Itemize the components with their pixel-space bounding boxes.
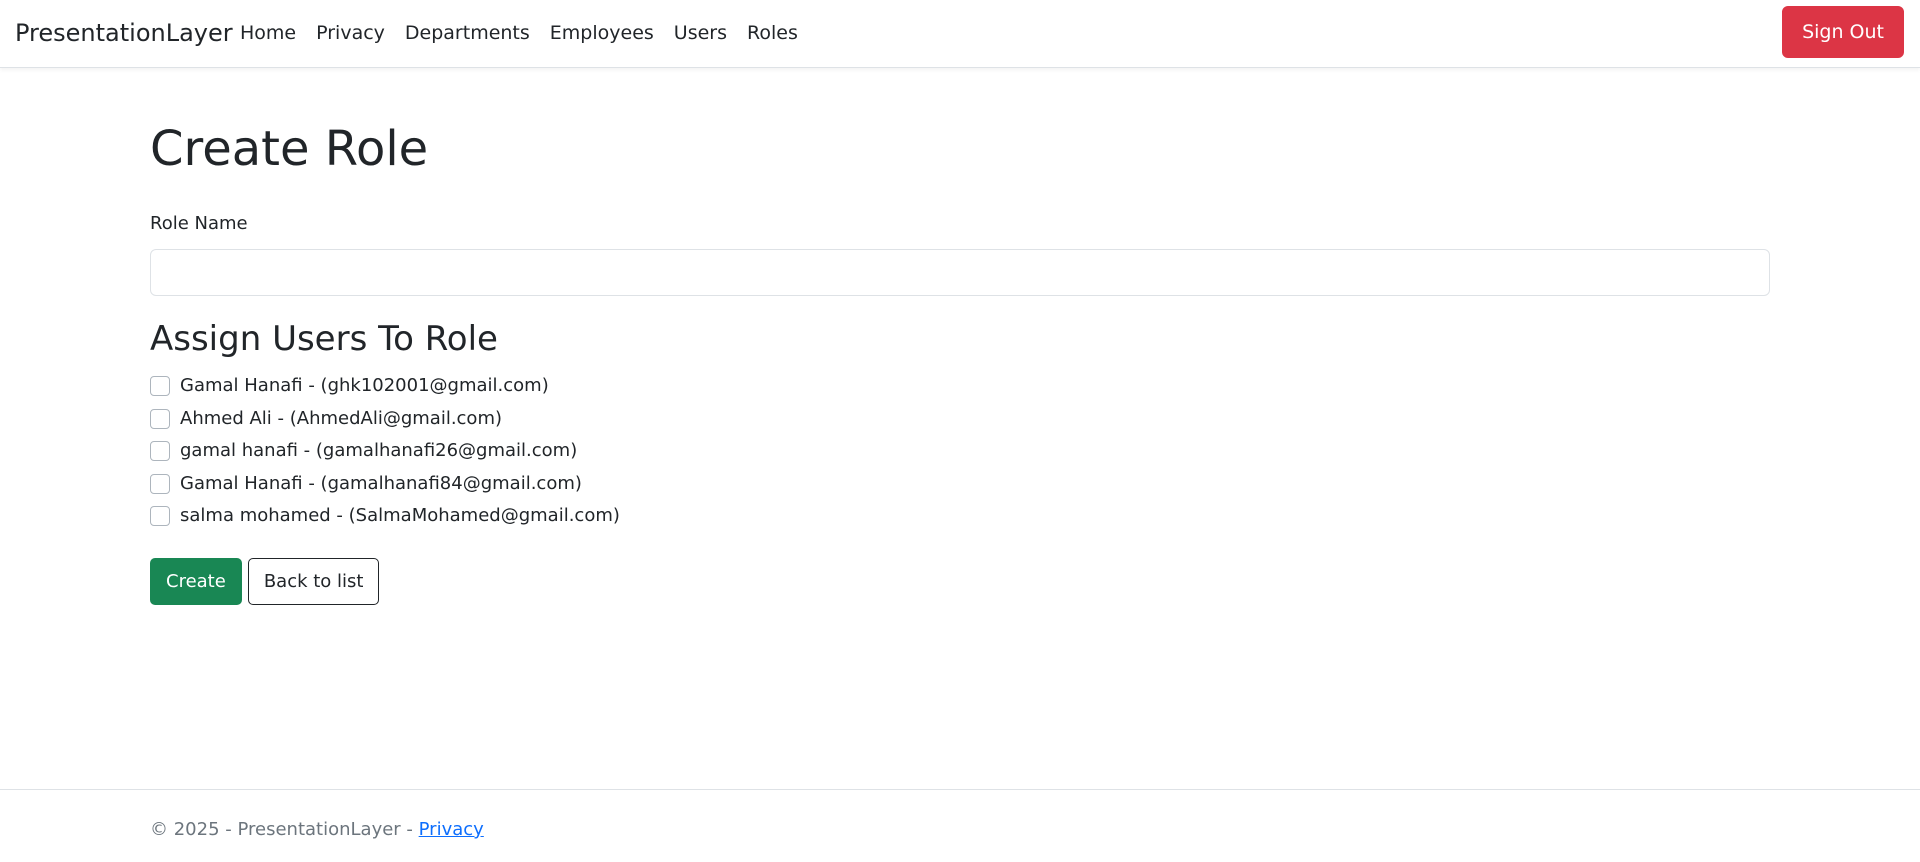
top-navbar: PresentationLayer Home Privacy Departmen…: [0, 0, 1920, 68]
nav-link-privacy[interactable]: Privacy: [306, 22, 395, 44]
footer-text: © 2025 - PresentationLayer - Privacy: [150, 818, 484, 842]
footer-privacy-link[interactable]: Privacy: [419, 819, 484, 840]
user-option-label[interactable]: Gamal Hanafi - (gamalhanafi84@gmail.com): [180, 472, 582, 496]
user-option-label[interactable]: gamal hanafi - (gamalhanafi26@gmail.com): [180, 439, 577, 463]
user-checkbox[interactable]: [150, 408, 170, 429]
footer: © 2025 - PresentationLayer - Privacy: [0, 789, 1920, 862]
user-checkbox[interactable]: [150, 376, 170, 397]
user-checkbox[interactable]: [150, 506, 170, 527]
page-title: Create Role: [150, 121, 429, 177]
form-actions: Create Back to list: [150, 558, 380, 605]
role-name-label: Role Name: [150, 213, 248, 234]
user-checkbox[interactable]: [150, 441, 170, 462]
nav-link-users[interactable]: Users: [664, 22, 737, 44]
user-option-label[interactable]: Ahmed Ali - (AhmedAli@gmail.com): [180, 407, 502, 431]
user-option: salma mohamed - (SalmaMohamed@gmail.com): [150, 500, 620, 533]
brand-link[interactable]: PresentationLayer: [15, 18, 233, 48]
user-option: Gamal Hanafi - (gamalhanafi84@gmail.com): [150, 468, 620, 501]
user-checkbox-list: Gamal Hanafi - (ghk102001@gmail.com) Ahm…: [150, 370, 620, 533]
nav-link-roles[interactable]: Roles: [737, 22, 808, 44]
role-name-input[interactable]: [150, 249, 1770, 296]
nav-links: Home Privacy Departments Employees Users…: [230, 20, 808, 46]
copyright-text: © 2025 - PresentationLayer -: [150, 819, 419, 840]
user-option: Ahmed Ali - (AhmedAli@gmail.com): [150, 403, 620, 436]
sign-out-button[interactable]: Sign Out: [1782, 6, 1904, 58]
user-option: Gamal Hanafi - (ghk102001@gmail.com): [150, 370, 620, 403]
nav-link-home[interactable]: Home: [230, 22, 306, 44]
create-button[interactable]: Create: [150, 558, 242, 605]
user-option: gamal hanafi - (gamalhanafi26@gmail.com): [150, 435, 620, 468]
user-option-label[interactable]: Gamal Hanafi - (ghk102001@gmail.com): [180, 374, 549, 398]
user-option-label[interactable]: salma mohamed - (SalmaMohamed@gmail.com): [180, 504, 620, 528]
user-checkbox[interactable]: [150, 473, 170, 494]
nav-link-employees[interactable]: Employees: [540, 22, 664, 44]
nav-link-departments[interactable]: Departments: [395, 22, 540, 44]
assign-users-title: Assign Users To Role: [150, 319, 498, 359]
back-to-list-button[interactable]: Back to list: [247, 558, 380, 605]
